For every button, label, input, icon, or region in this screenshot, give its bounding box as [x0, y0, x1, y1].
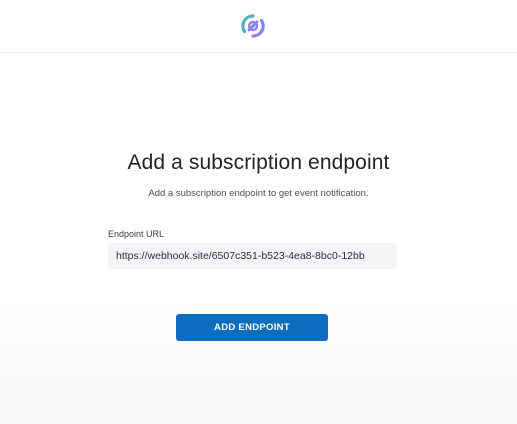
- page-subtitle: Add a subscription endpoint to get event…: [148, 188, 369, 199]
- page: Add a subscription endpoint Add a subscr…: [0, 0, 517, 424]
- circular-arrows-logo-icon: [241, 14, 265, 38]
- page-title: Add a subscription endpoint: [127, 151, 390, 174]
- add-endpoint-button[interactable]: ADD ENDPOINT: [176, 314, 328, 341]
- top-header: [0, 0, 517, 53]
- endpoint-url-label: Endpoint URL: [108, 229, 165, 239]
- endpoint-url-input[interactable]: [108, 243, 397, 269]
